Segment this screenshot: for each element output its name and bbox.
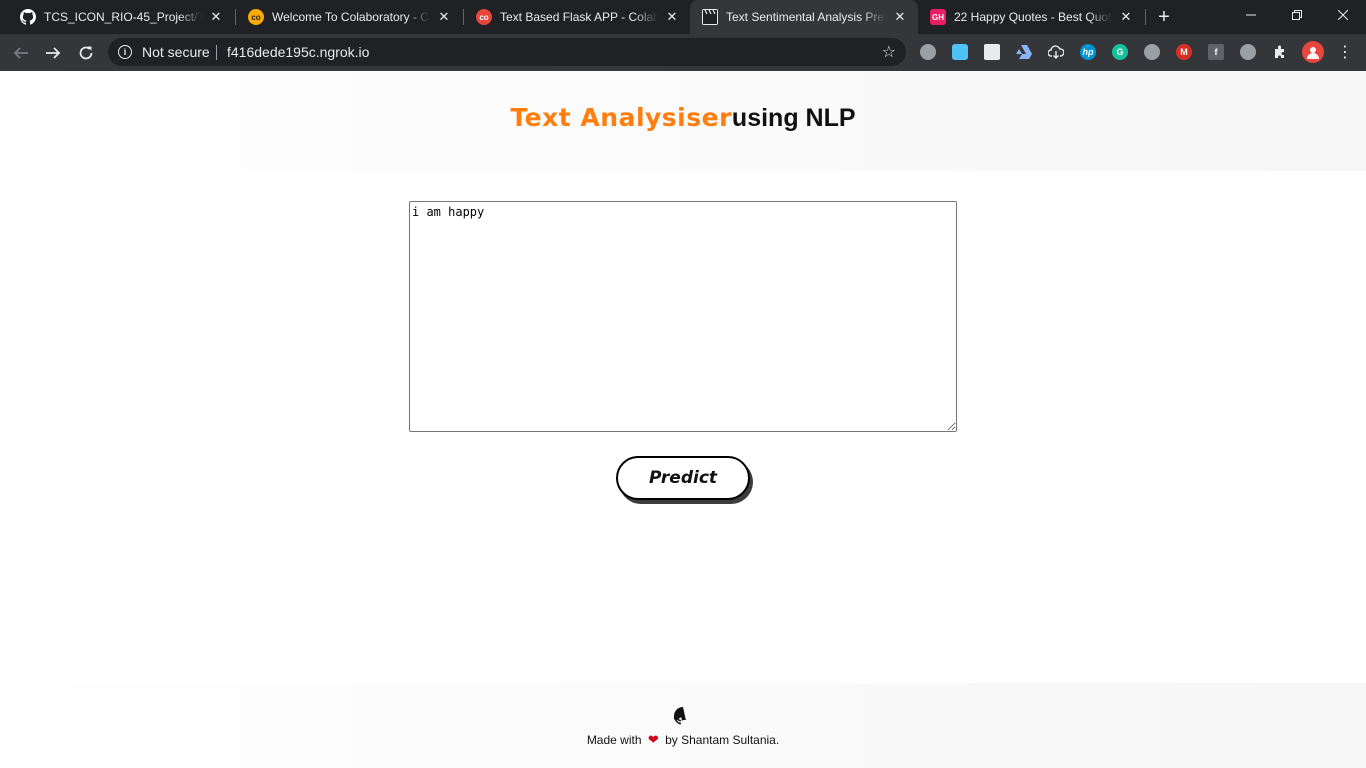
page-footer: Made with ❤ by Shantam Sultania. — [0, 683, 1366, 768]
tab-title: TCS_ICON_RIO-45_Project/Text — [44, 10, 202, 24]
close-icon[interactable]: ✕ — [892, 9, 908, 25]
browser-toolbar: i Not secure f416dede195c.ngrok.io ☆ hp … — [0, 34, 1366, 71]
page-content: Text Analysiserusing NLP Predict Made wi… — [0, 71, 1366, 768]
browser-tab-4-active[interactable]: Text Sentimental Analysis Predi ✕ — [690, 0, 918, 34]
kebab-menu-icon[interactable]: ⋮ — [1337, 44, 1353, 62]
github-icon[interactable] — [672, 707, 692, 725]
title-rest: using NLP — [731, 104, 856, 132]
spy-ext-icon[interactable] — [984, 44, 1000, 60]
forward-button[interactable] — [40, 40, 66, 66]
browser-tab-3[interactable]: co Text Based Flask APP - Colabor ✕ — [464, 0, 690, 34]
drive-ext-icon[interactable] — [1016, 44, 1032, 60]
restore-button[interactable] — [1274, 0, 1320, 30]
colab-icon: co — [248, 9, 264, 25]
url-text[interactable]: f416dede195c.ngrok.io — [227, 44, 369, 60]
predict-button[interactable]: Predict — [616, 456, 750, 500]
browser-tab-5[interactable]: GH 22 Happy Quotes - Best Quote ✕ — [918, 0, 1144, 34]
clapperboard-icon — [702, 9, 718, 25]
tab-title: Text Sentimental Analysis Predi — [726, 10, 886, 24]
colab-icon: co — [476, 9, 492, 25]
page-title: Text Analysiserusing NLP — [0, 103, 1366, 133]
tab-title: 22 Happy Quotes - Best Quote — [954, 10, 1112, 24]
puzzle-ext-icon[interactable] — [920, 44, 936, 60]
close-window-button[interactable] — [1320, 0, 1366, 30]
text-input-area[interactable] — [409, 201, 957, 432]
facebook-ext-icon[interactable]: f — [1208, 44, 1224, 60]
minimize-button[interactable] — [1228, 0, 1274, 30]
heart-icon: ❤ — [647, 732, 659, 747]
tab-title: Text Based Flask APP - Colabor — [500, 10, 658, 24]
close-icon[interactable]: ✕ — [208, 9, 224, 25]
tab-separator — [1145, 9, 1146, 25]
gh-icon: GH — [930, 9, 946, 25]
profile-avatar-icon[interactable] — [1302, 41, 1324, 63]
cloud-ext-icon[interactable] — [952, 44, 968, 60]
m-ext-icon[interactable]: M — [1176, 44, 1192, 60]
github-icon — [20, 9, 36, 25]
bookmark-star-icon[interactable]: ☆ — [882, 42, 896, 62]
browser-tab-1[interactable]: TCS_ICON_RIO-45_Project/Text ✕ — [8, 0, 234, 34]
tab-title: Welcome To Colaboratory - Co — [272, 10, 430, 24]
grammarly-ext-icon[interactable]: G — [1112, 44, 1128, 60]
security-label[interactable]: Not secure — [142, 44, 210, 60]
mic-ext-icon[interactable] — [1144, 44, 1160, 60]
address-bar[interactable]: i Not secure f416dede195c.ngrok.io ☆ — [108, 38, 906, 66]
footer-credit: Made with ❤ by Shantam Sultania. — [0, 732, 1366, 748]
close-icon[interactable]: ✕ — [664, 9, 680, 25]
close-icon[interactable]: ✕ — [1118, 9, 1134, 25]
close-icon[interactable]: ✕ — [436, 9, 452, 25]
browser-tab-2[interactable]: co Welcome To Colaboratory - Co ✕ — [236, 0, 462, 34]
info-icon[interactable]: i — [118, 45, 132, 59]
circle-ext-icon[interactable] — [1240, 44, 1256, 60]
author-text: by Shantam Sultania. — [665, 733, 780, 747]
title-accent: Text Analysiser — [510, 103, 732, 132]
hp-ext-icon[interactable]: hp — [1080, 44, 1096, 60]
browser-tabstrip: TCS_ICON_RIO-45_Project/Text ✕ co Welcom… — [0, 0, 1366, 34]
made-with-text: Made with — [586, 733, 642, 747]
new-tab-button[interactable]: + — [1154, 7, 1174, 27]
page-header: Text Analysiserusing NLP — [0, 71, 1366, 171]
back-button[interactable] — [8, 40, 34, 66]
omnibox-divider — [216, 45, 217, 60]
download-ext-icon[interactable] — [1048, 44, 1064, 60]
reload-button[interactable] — [73, 40, 99, 66]
extensions-puzzle-icon[interactable] — [1272, 44, 1288, 60]
